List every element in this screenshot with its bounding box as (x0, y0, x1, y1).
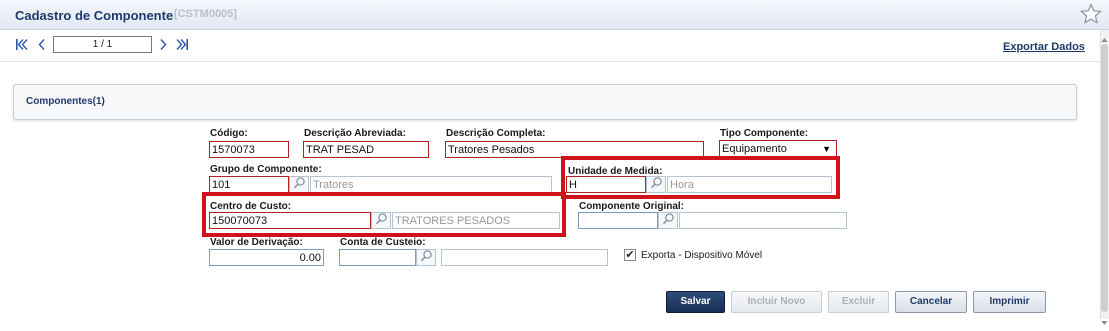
components-panel (13, 84, 1077, 120)
cancel-button[interactable]: Cancelar (895, 291, 967, 313)
unidade-medida-code-input[interactable]: H (566, 176, 646, 193)
scroll-up-arrow-icon[interactable] (1101, 31, 1108, 42)
descricao-abreviada-input[interactable]: TRAT PESAD (303, 141, 429, 158)
previous-record-icon[interactable] (35, 38, 49, 51)
scroll-down-arrow-icon[interactable] (1101, 313, 1108, 325)
search-icon (420, 249, 433, 267)
last-record-icon[interactable] (175, 38, 189, 51)
valor-derivacao-input[interactable]: 0.00 (209, 249, 324, 266)
centro-custo-code-input[interactable]: 150070073 (209, 212, 371, 229)
centro-custo-lookup-button[interactable] (371, 212, 391, 229)
componente-original-code-input[interactable] (578, 212, 658, 229)
components-panel-title: Componentes(1) (26, 96, 105, 107)
search-icon (375, 212, 388, 230)
tipo-componente-value: Equipamento (722, 143, 787, 155)
first-record-icon[interactable] (15, 38, 29, 51)
grupo-componente-lookup-button[interactable] (289, 176, 309, 193)
valor-derivacao-label: Valor de Derivação: (210, 237, 303, 248)
scrollbar-thumb[interactable] (1101, 44, 1108, 312)
componente-original-lookup-button[interactable] (658, 212, 678, 229)
codigo-input[interactable]: 1570073 (209, 141, 289, 158)
save-button[interactable]: Salvar (666, 291, 725, 313)
unidade-medida-description: Hora (667, 176, 832, 193)
unidade-medida-lookup-button[interactable] (646, 176, 666, 193)
export-data-link[interactable]: Exportar Dados (1003, 41, 1085, 53)
conta-custeio-label: Conta de Custeio: (340, 237, 426, 248)
toolbar-divider (0, 61, 1100, 62)
add-new-button[interactable]: Incluir Novo (731, 291, 822, 313)
conta-custeio-description (441, 249, 608, 266)
search-icon (293, 176, 306, 194)
conta-custeio-code-input[interactable] (339, 249, 416, 266)
centro-custo-description: TRATORES PESADOS (392, 212, 560, 229)
screen-code: [CSTM0005] (174, 8, 237, 20)
centro-custo-label: Centro de Custo: (210, 201, 292, 212)
codigo-label: Código: (210, 128, 248, 139)
tipo-componente-label: Tipo Componente: (720, 128, 809, 139)
descricao-abreviada-label: Descrição Abreviada: (304, 128, 406, 139)
print-button[interactable]: Imprimir (973, 291, 1046, 313)
search-icon (650, 176, 663, 194)
componente-original-description (679, 212, 847, 229)
window-title: Cadastro de Componente (15, 8, 174, 23)
descricao-completa-label: Descrição Completa: (446, 128, 546, 139)
conta-custeio-lookup-button[interactable] (416, 249, 436, 266)
grupo-componente-description: Tratores (310, 176, 552, 193)
delete-button[interactable]: Excluir (828, 291, 889, 313)
grupo-componente-label: Grupo de Componente: (210, 164, 322, 175)
componente-original-label: Componente Original: (579, 201, 684, 212)
favorite-star-icon[interactable] (1079, 3, 1103, 25)
grupo-componente-code-input[interactable]: 101 (209, 176, 289, 193)
next-record-icon[interactable] (156, 38, 170, 51)
page-indicator-input[interactable]: 1 / 1 (53, 36, 152, 53)
search-icon (662, 212, 675, 230)
exporta-dispositivo-label: Exporta - Dispositivo Móvel (641, 250, 763, 261)
exporta-dispositivo-checkbox[interactable]: ✔ (624, 249, 636, 261)
